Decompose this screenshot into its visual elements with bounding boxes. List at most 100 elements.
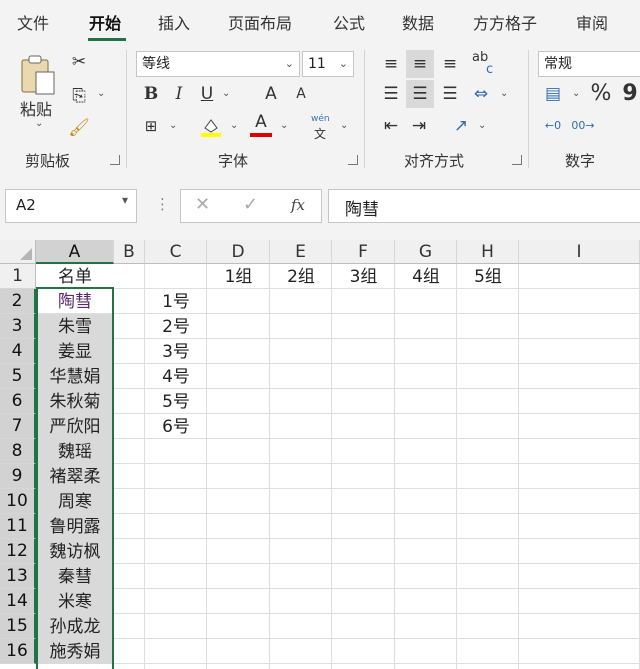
row-header-15[interactable]: 15 (0, 614, 36, 639)
underline-dropdown-icon[interactable]: ⌄ (222, 88, 230, 99)
tab-insert[interactable]: 插入 (158, 10, 190, 34)
column-header-a[interactable]: A (36, 240, 114, 264)
align-left-icon[interactable]: ☰ (378, 82, 404, 106)
cell-a2[interactable]: 陶彗 (37, 289, 113, 314)
cell-a16[interactable]: 施秀娟 (37, 639, 113, 664)
cell-h1[interactable]: 5组 (457, 264, 519, 289)
cell-d1[interactable]: 1组 (207, 264, 270, 289)
cell-a10[interactable]: 周寒 (37, 489, 113, 514)
cell-a11[interactable]: 鲁明露 (37, 514, 113, 539)
column-header-i[interactable]: I (519, 240, 640, 264)
cell-a15[interactable]: 孙成龙 (37, 614, 113, 639)
wrap-text-bottom-label[interactable]: c (486, 62, 493, 77)
align-bottom-icon[interactable]: ≡ (437, 52, 463, 76)
row-header-11[interactable]: 11 (0, 514, 36, 539)
underline-button[interactable]: U (196, 82, 218, 106)
font-size-select[interactable]: 11 ⌄ (302, 51, 354, 77)
align-top-icon[interactable]: ≡ (378, 52, 404, 76)
number-format-select[interactable]: 常规 (538, 51, 640, 77)
cell-a7[interactable]: 严欣阳 (37, 414, 113, 439)
copy-dropdown-icon[interactable]: ⌄ (97, 88, 105, 99)
phonetic-dropdown-icon[interactable]: ⌄ (340, 120, 348, 131)
tab-page-layout[interactable]: 页面布局 (228, 10, 292, 34)
fill-color-dropdown-icon[interactable]: ⌄ (230, 120, 238, 131)
column-header-f[interactable]: F (332, 240, 395, 264)
cell-c3[interactable]: 2号 (145, 314, 207, 339)
cell-a5[interactable]: 华慧娟 (37, 364, 113, 389)
phonetic-top-label[interactable]: wén (311, 114, 330, 124)
orientation-dropdown-icon[interactable]: ⌄ (478, 120, 486, 131)
cell-g1[interactable]: 4组 (395, 264, 457, 289)
clipboard-launcher-icon[interactable] (110, 155, 120, 165)
decrease-decimal-icon[interactable]: 00→ (570, 114, 596, 138)
align-center-icon[interactable]: ☰ (406, 80, 434, 108)
column-header-g[interactable]: G (395, 240, 457, 264)
phonetic-bottom-label[interactable]: 文 (314, 125, 326, 142)
select-all-corner[interactable] (0, 240, 36, 264)
column-header-c[interactable]: C (145, 240, 207, 264)
tab-fangfang[interactable]: 方方格子 (473, 10, 537, 34)
increase-indent-icon[interactable]: ⇥ (406, 114, 432, 138)
row-header-3[interactable]: 3 (0, 314, 36, 339)
cell-e1[interactable]: 2组 (270, 264, 332, 289)
row-header-2[interactable]: 2 (0, 289, 36, 314)
row-header-16[interactable]: 16 (0, 639, 36, 664)
paste-dropdown-icon[interactable]: ⌄ (35, 118, 43, 129)
cell-a6[interactable]: 朱秋菊 (37, 389, 113, 414)
cell-c2[interactable]: 1号 (145, 289, 207, 314)
decrease-font-button[interactable]: A (290, 82, 312, 106)
orientation-icon[interactable]: ↗ (448, 114, 474, 138)
borders-dropdown-icon[interactable]: ⌄ (169, 120, 177, 131)
cell-a9[interactable]: 褚翠柔 (37, 464, 113, 489)
row-header-1[interactable]: 1 (0, 264, 36, 289)
fill-color-icon[interactable] (200, 116, 222, 138)
cell-a8[interactable]: 魏瑶 (37, 439, 113, 464)
row-header-6[interactable]: 6 (0, 389, 36, 414)
formula-input[interactable]: 陶彗 (328, 189, 640, 223)
cut-icon[interactable]: ✂ (66, 50, 92, 74)
cell-a3[interactable]: 朱雪 (37, 314, 113, 339)
font-color-button[interactable]: A (250, 110, 272, 134)
tab-data[interactable]: 数据 (402, 10, 434, 34)
percent-style-button[interactable]: % (588, 82, 614, 106)
tab-review[interactable]: 审阅 (576, 10, 608, 34)
format-painter-icon[interactable]: 🖌 (66, 116, 92, 140)
copy-icon[interactable]: ⎘ (66, 84, 92, 108)
merge-dropdown-icon[interactable]: ⌄ (500, 88, 508, 99)
cell-c7[interactable]: 6号 (145, 414, 207, 439)
name-box[interactable]: A2 ▾ (5, 189, 137, 223)
cell-a13[interactable]: 秦彗 (37, 564, 113, 589)
tab-file[interactable]: 文件 (17, 10, 49, 34)
cancel-icon[interactable]: ✕ (195, 194, 210, 215)
cell-c5[interactable]: 4号 (145, 364, 207, 389)
paste-icon[interactable] (18, 54, 58, 98)
column-header-h[interactable]: H (457, 240, 519, 264)
align-middle-icon[interactable]: ≡ (406, 50, 434, 78)
accounting-format-icon[interactable]: ▤ (540, 82, 566, 106)
row-header-10[interactable]: 10 (0, 489, 36, 514)
cell-a1-header[interactable]: 名单 (37, 264, 113, 289)
align-right-icon[interactable]: ☰ (437, 82, 463, 106)
merge-center-icon[interactable]: ⇔ (468, 82, 494, 106)
increase-font-button[interactable]: A (260, 82, 282, 106)
cell-f1[interactable]: 3组 (332, 264, 395, 289)
increase-decimal-icon[interactable]: ←0 (540, 114, 566, 138)
cell-a14[interactable]: 米寒 (37, 589, 113, 614)
font-color-dropdown-icon[interactable]: ⌄ (280, 120, 288, 131)
row-header-8[interactable]: 8 (0, 439, 36, 464)
chevron-down-icon[interactable]: ▾ (122, 193, 128, 207)
bold-button[interactable]: B (140, 82, 162, 106)
comma-style-button[interactable]: 9 (620, 82, 640, 106)
column-header-e[interactable]: E (270, 240, 332, 264)
cell-c4[interactable]: 3号 (145, 339, 207, 364)
font-launcher-icon[interactable] (348, 155, 358, 165)
paste-button[interactable]: 粘贴 (20, 96, 52, 120)
row-header-13[interactable]: 13 (0, 564, 36, 589)
column-header-b[interactable]: B (114, 240, 145, 264)
decrease-indent-icon[interactable]: ⇤ (378, 114, 404, 138)
row-header-14[interactable]: 14 (0, 589, 36, 614)
tab-home[interactable]: 开始 (89, 10, 121, 34)
cell-c6[interactable]: 5号 (145, 389, 207, 414)
alignment-launcher-icon[interactable] (512, 155, 522, 165)
cell-a4[interactable]: 姜显 (37, 339, 113, 364)
